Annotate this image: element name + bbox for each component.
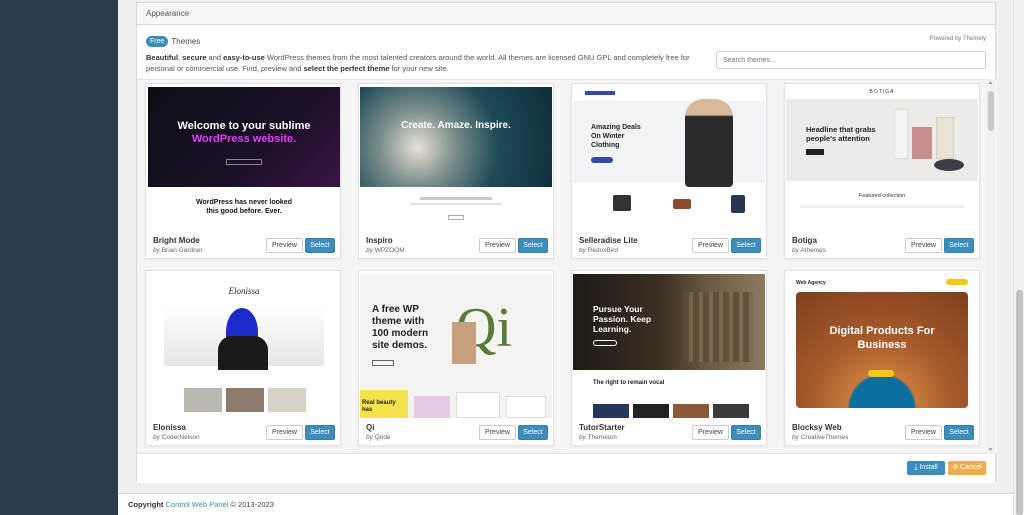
theme-thumbnail[interactable]: Pursue Your Passion. Keep Learning. The … — [573, 274, 765, 418]
free-badge: Free — [146, 36, 169, 47]
theme-thumbnail[interactable]: Create. Amaze. Inspire. — [360, 87, 552, 231]
theme-thumbnail[interactable]: Web Agency Digital Products For Business — [786, 274, 978, 418]
install-button[interactable]: ⤓ Install — [907, 461, 945, 475]
theme-name: Elonissa — [153, 423, 186, 432]
theme-author: by CoderNelson — [153, 434, 200, 441]
scrollbar-thumb[interactable] — [988, 91, 994, 131]
select-button[interactable]: Select — [944, 238, 974, 253]
theme-card-qi[interactable]: A free WP theme with 100 modern site dem… — [358, 270, 554, 446]
theme-author: by Themeum — [579, 434, 617, 441]
themes-grid[interactable]: Welcome to your sublime WordPress websit… — [137, 79, 997, 454]
control-web-panel-link[interactable]: Control Web Panel — [166, 500, 229, 509]
theme-card-botiga[interactable]: BOTIGA Headline that grabs people's atte… — [784, 83, 980, 259]
select-button[interactable]: Select — [518, 238, 548, 253]
theme-card-inspiro[interactable]: Create. Amaze. Inspire. Inspiro by WPZOO… — [358, 83, 554, 259]
theme-author: by CreativeThemes — [792, 434, 849, 441]
theme-name: Botiga — [792, 236, 817, 245]
theme-author: by WPZOOM — [366, 247, 405, 254]
theme-thumbnail[interactable]: Welcome to your sublime WordPress websit… — [148, 87, 340, 231]
theme-name: Inspiro — [366, 236, 393, 245]
theme-card-elonissa[interactable]: Elonissa Elonissa by CoderNelson Preview… — [145, 270, 341, 446]
cancel-button[interactable]: ⊘ Cancel — [948, 461, 986, 475]
theme-card-bright-mode[interactable]: Welcome to your sublime WordPress websit… — [145, 83, 341, 259]
theme-thumbnail[interactable]: Amazing Deals On Winter Clothing — [573, 87, 765, 231]
theme-thumbnail[interactable]: A free WP theme with 100 modern site dem… — [360, 274, 552, 418]
theme-name: TutorStarter — [579, 423, 625, 432]
cancel-icon: ⊘ — [952, 464, 960, 471]
scroll-down-icon[interactable]: ▼ — [988, 447, 993, 453]
theme-author: by RedoxBird — [579, 247, 619, 254]
panel-title: Appearance — [137, 3, 995, 25]
select-button[interactable]: Select — [305, 425, 335, 440]
theme-name: Bright Mode — [153, 236, 200, 245]
themes-title: Themes — [171, 37, 201, 46]
page-scrollbar-thumb[interactable] — [1016, 290, 1023, 515]
theme-thumbnail[interactable]: BOTIGA Headline that grabs people's atte… — [786, 87, 978, 231]
theme-card-selleradise[interactable]: Amazing Deals On Winter Clothing Sellera… — [571, 83, 767, 259]
theme-name: Selleradise Lite — [579, 236, 638, 245]
select-button[interactable]: Select — [944, 425, 974, 440]
scroll-up-icon[interactable]: ▲ — [988, 80, 993, 86]
action-buttons: ⤓ Install ⊘ Cancel — [907, 461, 986, 475]
search-themes-input[interactable] — [716, 51, 986, 69]
page-scrollbar[interactable] — [1013, 0, 1024, 515]
themes-header: Free Themes — [146, 36, 200, 47]
preview-button[interactable]: Preview — [905, 238, 942, 253]
powered-by: Powered by Themely — [929, 36, 986, 42]
preview-button[interactable]: Preview — [692, 238, 729, 253]
theme-author: by Athemes — [792, 247, 826, 254]
preview-button[interactable]: Preview — [905, 425, 942, 440]
preview-button[interactable]: Preview — [692, 425, 729, 440]
main-content: Appearance Free Themes Powered by Themel… — [118, 0, 1013, 515]
theme-card-tutorstarter[interactable]: Pursue Your Passion. Keep Learning. The … — [571, 270, 767, 446]
theme-thumbnail[interactable]: Elonissa — [148, 274, 340, 418]
select-button[interactable]: Select — [731, 238, 761, 253]
sidebar — [0, 0, 118, 515]
preview-button[interactable]: Preview — [479, 425, 516, 440]
themes-description: Beautiful, secure and easy-to-use WordPr… — [146, 53, 690, 73]
themes-scrollbar[interactable]: ▲ ▼ — [987, 79, 995, 454]
page-footer: Copyright Control Web Panel © 2013-2023 — [118, 493, 1013, 515]
preview-button[interactable]: Preview — [479, 238, 516, 253]
select-button[interactable]: Select — [731, 425, 761, 440]
select-button[interactable]: Select — [305, 238, 335, 253]
theme-author: by Qode — [366, 434, 391, 441]
theme-name: Blocksy Web — [792, 423, 842, 432]
select-button[interactable]: Select — [518, 425, 548, 440]
preview-button[interactable]: Preview — [266, 425, 303, 440]
preview-button[interactable]: Preview — [266, 238, 303, 253]
theme-name: Qi — [366, 423, 375, 432]
appearance-panel: Appearance Free Themes Powered by Themel… — [136, 2, 997, 483]
theme-author: by Brian Gardner — [153, 247, 203, 254]
theme-card-blocksy[interactable]: Web Agency Digital Products For Business… — [784, 270, 980, 446]
